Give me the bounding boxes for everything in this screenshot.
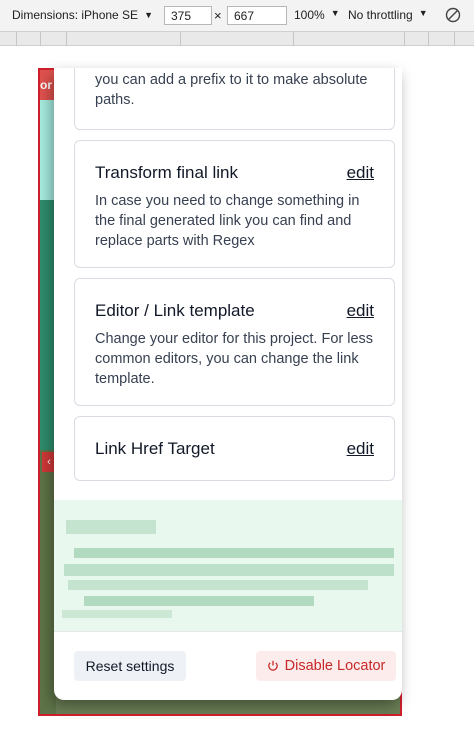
- card-description: In case you need to change something in …: [95, 193, 360, 249]
- settings-card-editor-template: Editor / Link template edit Change your …: [74, 278, 395, 406]
- blurred-region: [54, 500, 402, 631]
- zoom-selector[interactable]: 100% ▼: [294, 8, 340, 22]
- width-input[interactable]: [164, 6, 212, 25]
- edit-link[interactable]: edit: [347, 163, 374, 183]
- chevron-down-icon: ▼: [330, 8, 340, 18]
- rotate-icon[interactable]: [444, 6, 462, 24]
- power-icon: [267, 660, 278, 671]
- settings-card-href-target: Link Href Target edit: [74, 416, 395, 481]
- device-label: Dimensions: iPhone SE: [12, 8, 139, 22]
- footer-divider: [54, 631, 402, 632]
- disable-locator-button[interactable]: Disable Locator: [256, 651, 396, 681]
- throttle-selector[interactable]: No throttling ▼: [348, 8, 428, 22]
- chevron-down-icon: ▼: [144, 10, 153, 20]
- edit-link[interactable]: edit: [347, 301, 374, 321]
- card-title: Link Href Target: [95, 439, 215, 458]
- disable-locator-label: Disable Locator: [284, 658, 386, 674]
- settings-card-transform-link: Transform final link edit In case you ne…: [74, 140, 395, 268]
- throttle-label: No throttling: [348, 8, 413, 22]
- card-title: Transform final link: [95, 163, 238, 182]
- settings-card-project-path: you can add a prefix to it to make absol…: [74, 68, 395, 130]
- card-description: you can add a prefix to it to make absol…: [95, 72, 368, 108]
- dimension-separator: ×: [214, 8, 222, 23]
- zoom-label: 100%: [294, 8, 325, 22]
- card-title: Editor / Link template: [95, 301, 255, 320]
- media-query-ruler: [0, 32, 474, 46]
- edit-link[interactable]: edit: [347, 439, 374, 459]
- reset-settings-button[interactable]: Reset settings: [74, 651, 186, 681]
- device-toolbar: Dimensions: iPhone SE ▼ × 100% ▼ No thro…: [0, 0, 474, 32]
- locator-settings-panel: you can add a prefix to it to make absol…: [54, 68, 402, 700]
- chevron-down-icon: ▼: [418, 8, 428, 18]
- height-input[interactable]: [227, 6, 287, 25]
- device-selector[interactable]: Dimensions: iPhone SE ▼: [12, 8, 153, 22]
- card-description: Change your editor for this project. For…: [95, 331, 374, 387]
